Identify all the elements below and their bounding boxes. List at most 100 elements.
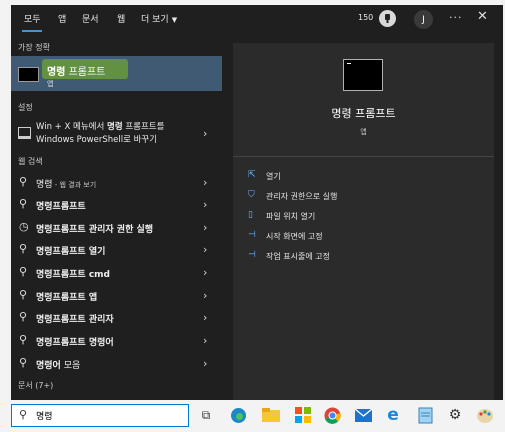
chrome-icon[interactable] [323, 406, 341, 424]
notepad-icon[interactable] [416, 406, 434, 424]
pin-icon: ⊣ [248, 250, 256, 260]
more-options-icon[interactable]: ··· [449, 11, 463, 24]
list-item-label: 명령프롬프트 cmd [36, 267, 110, 280]
tab-more[interactable]: 더 보기 ▼ [141, 12, 177, 25]
documents-heading[interactable]: 문서 (7+) [18, 380, 53, 391]
open-icon: ⇱ [248, 170, 256, 180]
search-icon: ⚲ [19, 408, 28, 421]
mail-icon[interactable] [354, 406, 372, 424]
list-item[interactable]: ⚲ 명령프롬프트 명령어 › [11, 330, 222, 352]
chevron-right-icon: › [203, 127, 208, 140]
search-icon: ⚲ [19, 310, 28, 323]
setting-item[interactable]: Win + X 메뉴에서 명령 프롬프트를 Windows PowerShell… [11, 118, 222, 150]
folder-icon: ▯ [248, 210, 253, 220]
list-item[interactable]: ⚲ 명령어 모음 › [11, 353, 222, 375]
list-item-label: 명령프롬프트 관리자 [36, 312, 114, 325]
list-item-label-bold: 명령프롬프트 관리자 권한 실행 [36, 225, 154, 235]
rewards-icon[interactable] [379, 10, 396, 27]
preview-subtitle: 앱 [360, 128, 367, 136]
search-icon: ⚲ [19, 197, 28, 210]
list-item[interactable]: ⚲ 명령프롬프트 앱 › [11, 285, 222, 307]
chevron-right-icon: › [203, 221, 208, 234]
search-icon: ⚲ [19, 175, 28, 188]
list-item-label-bold: 명령프롬프트 [36, 202, 86, 212]
history-icon: ◷ [19, 220, 29, 233]
list-item[interactable]: ⚲ 명령프롬프트 열기 › [11, 239, 222, 261]
search-icon: ⚲ [19, 333, 28, 346]
action-label: 열기 [266, 172, 281, 181]
setting-text: Win + X 메뉴에서 명령 프롬프트를 Windows PowerShell… [36, 121, 164, 147]
list-item-label-rest: 모음 [60, 361, 81, 371]
list-item-label: 명령 - 웹 결과 보기 [36, 177, 96, 190]
preview-pane: 명령 프롬프트 앱 ⇱ 열기 ⛉ 관리자 권한으로 실행 ▯ 파일 위치 열기 … [233, 43, 494, 400]
list-item-label-bold: 명령프롬프트 관리자 [36, 315, 114, 325]
command-prompt-icon [18, 67, 39, 82]
list-item-label: 명령프롬프트 [36, 199, 86, 212]
paint-icon[interactable] [476, 406, 494, 424]
search-icon: ⚲ [19, 356, 28, 369]
tab-documents[interactable]: 문서 [82, 12, 99, 25]
search-icon: ⚲ [19, 288, 28, 301]
list-item-label-main: 명령 [36, 180, 53, 190]
best-match-name: 명령 프롬프트 [47, 63, 105, 78]
command-prompt-icon [343, 59, 383, 91]
list-item-label-bold: 명령프롬프트 cmd [36, 270, 110, 280]
chevron-right-icon: › [203, 289, 208, 302]
monitor-icon [18, 127, 31, 139]
action-label: 파일 위치 열기 [266, 212, 316, 221]
action-label: 작업 표시줄에 고정 [266, 252, 330, 261]
list-item[interactable]: ◷ 명령프롬프트 관리자 권한 실행 › [11, 217, 222, 239]
best-match-item[interactable]: 명령 프롬프트 앱 [11, 56, 222, 91]
chevron-right-icon: › [203, 176, 208, 189]
tab-web[interactable]: 웹 [117, 12, 125, 25]
taskbar: ⚲ 명령 ⧉ e ⚙ [0, 400, 505, 432]
settings-icon[interactable]: ⚙ [446, 406, 464, 424]
search-value: 명령 [36, 412, 53, 422]
divider [233, 156, 494, 157]
list-item-label: 명령프롬프트 앱 [36, 290, 97, 303]
best-match-name-bold: 명령 [47, 67, 66, 78]
chevron-right-icon: › [203, 243, 208, 256]
list-item-sub: - 웹 결과 보기 [52, 181, 97, 189]
chevron-right-icon: › [203, 311, 208, 324]
web-search-heading: 웹 검색 [18, 157, 43, 166]
shield-icon: ⛉ [248, 190, 255, 200]
close-icon[interactable]: ✕ [477, 9, 488, 24]
chevron-right-icon: › [203, 334, 208, 347]
action-label: 시작 화면에 고정 [266, 232, 323, 241]
best-match-name-rest: 프롬프트 [65, 67, 106, 78]
chevron-right-icon: › [203, 198, 208, 211]
avatar[interactable]: J [414, 10, 433, 29]
setting-text-bold: 명령 [107, 122, 123, 132]
rewards-points: 150 [358, 13, 374, 22]
file-explorer-icon[interactable] [262, 406, 280, 424]
best-match-type: 앱 [47, 80, 54, 88]
setting-text-post: 프롬프트를 [122, 122, 165, 132]
tab-apps[interactable]: 앱 [58, 12, 66, 25]
chevron-right-icon: › [203, 357, 208, 370]
list-item-label: 명령어 모음 [36, 358, 80, 371]
task-view-icon[interactable]: ⧉ [197, 406, 215, 424]
store-icon[interactable] [294, 406, 312, 424]
list-item[interactable]: ⚲ 명령프롬프트 › [11, 194, 222, 216]
list-item[interactable]: ⚲ 명령프롬프트 cmd › [11, 262, 222, 284]
list-item-label-bold: 명령프롬프트 명령어 [36, 338, 114, 348]
edge-icon[interactable] [229, 406, 247, 424]
list-item[interactable]: ⚲ 명령 - 웹 결과 보기 › [11, 172, 222, 194]
active-tab-indicator [22, 30, 42, 32]
ie-icon[interactable]: e [384, 405, 402, 425]
tab-more-label: 더 보기 [141, 15, 169, 25]
list-item-label-bold: 명령프롬프트 앱 [36, 293, 98, 303]
search-icon: ⚲ [19, 265, 28, 278]
settings-heading: 설정 [18, 103, 33, 112]
list-item-label-bold: 명령프롬프트 열기 [36, 247, 106, 257]
chevron-right-icon: › [203, 266, 208, 279]
list-item[interactable]: ⚲ 명령프롬프트 관리자 › [11, 307, 222, 329]
pin-icon: ⊣ [248, 230, 256, 240]
list-item-label-bold: 명령어 [36, 361, 61, 371]
tab-all[interactable]: 모두 [24, 12, 41, 25]
list-item-label: 명령프롬프트 명령어 [36, 335, 114, 348]
setting-text-line2: Windows PowerShell로 바꾸기 [36, 135, 158, 145]
search-input[interactable]: ⚲ 명령 [11, 404, 189, 427]
list-item-label: 명령프롬프트 관리자 권한 실행 [36, 222, 153, 235]
